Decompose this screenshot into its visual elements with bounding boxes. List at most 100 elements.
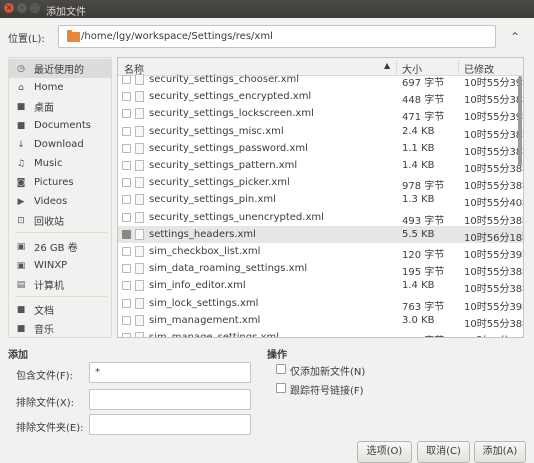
file-size: 763 字节 <box>402 301 445 313</box>
sidebar-item-winxp[interactable]: ▣ WINXP <box>9 256 111 275</box>
sidebar-item-videos[interactable]: ▶ Videos <box>9 192 111 211</box>
download-icon: ↓ <box>17 139 25 150</box>
file-modified: 10时55分38秒 <box>464 95 523 107</box>
sidebar-item-label: Download <box>34 139 84 150</box>
sidebar-item-home[interactable]: ⌂ Home <box>9 78 111 97</box>
exclude-folders-input[interactable] <box>89 414 251 435</box>
sidebar-item-bookmark-music[interactable]: ■ 音乐 <box>9 319 111 337</box>
sidebar-item-bookmark-docs[interactable]: ■ 文档 <box>9 300 111 319</box>
cancel-button[interactable]: 取消(C) <box>417 441 470 463</box>
table-row[interactable]: security_settings_lockscreen.xml 471 字节 10… <box>118 105 523 124</box>
sidebar-item-label: 计算机 <box>34 281 64 292</box>
minimize-window-button[interactable]: – <box>17 3 27 13</box>
row-checkbox[interactable] <box>122 315 131 325</box>
row-checkbox[interactable] <box>122 229 131 239</box>
file-icon <box>135 314 144 326</box>
row-checkbox[interactable] <box>122 178 131 188</box>
row-checkbox[interactable] <box>122 281 131 291</box>
row-checkbox[interactable] <box>122 126 131 136</box>
row-checkbox[interactable] <box>122 92 131 102</box>
row-checkbox[interactable] <box>122 212 131 222</box>
follow-symlinks-label: 跟踪符号链接(F) <box>290 386 364 397</box>
file-modified: 10时55分38秒 <box>464 181 523 193</box>
follow-symlinks-checkbox[interactable] <box>276 383 286 393</box>
table-row[interactable]: sim_lock_settings.xml 763 字节 10时55分39秒 <box>118 295 523 313</box>
computer-icon: ▤ <box>16 279 26 290</box>
chevron-up-icon[interactable]: ⌃ <box>505 27 525 47</box>
table-row[interactable]: sim_checkbox_list.xml 120 字节 10时55分39秒 <box>118 243 523 261</box>
only-new-files-checkbox[interactable] <box>276 364 286 374</box>
maximize-window-button[interactable]: □ <box>30 3 40 13</box>
row-checkbox[interactable] <box>122 75 131 84</box>
file-icon <box>135 263 144 275</box>
trash-icon: ⊡ <box>17 215 25 226</box>
file-size: 471 字节 <box>402 112 445 124</box>
table-row[interactable]: sim_info_editor.xml 1.4 KB 10时55分38秒 <box>118 277 523 295</box>
file-size: 1.1 KB <box>402 142 435 154</box>
drive-icon: ▣ <box>16 260 26 271</box>
sidebar-item-documents[interactable]: ■ Documents <box>9 116 111 135</box>
file-icon <box>135 228 144 240</box>
sidebar-item-trash[interactable]: ⊡ 回收站 <box>9 211 111 230</box>
row-checkbox[interactable] <box>122 143 131 153</box>
file-modified: 10时55分38秒 <box>464 164 523 175</box>
file-name: security_settings_encrypted.xml <box>149 91 312 103</box>
row-checkbox[interactable] <box>122 264 131 274</box>
sidebar-item-recent[interactable]: ◷ 最近使用的 <box>9 59 111 78</box>
window-controls: × – □ <box>4 3 40 13</box>
include-files-input[interactable]: * <box>89 362 251 383</box>
file-modified: 10时56分18秒 <box>464 232 523 244</box>
sidebar-item-computer[interactable]: ▤ 计算机 <box>9 275 111 294</box>
sidebar-item-volume[interactable]: ▣ 26 GB 卷 <box>9 237 111 256</box>
sidebar-item-music[interactable]: ♫ Music <box>9 154 111 173</box>
file-name: sim_management.xml <box>149 314 261 326</box>
exclude-files-input[interactable] <box>89 389 251 410</box>
row-checkbox[interactable] <box>122 109 131 119</box>
sidebar-item-download[interactable]: ↓ Download <box>9 135 111 154</box>
sidebar-item-desktop[interactable]: ■ 桌面 <box>9 97 111 116</box>
table-row[interactable]: security_settings_picker.xml 978 字节 10时55分… <box>118 174 523 193</box>
sidebar-item-label: Videos <box>34 196 68 207</box>
scrollbar[interactable] <box>518 76 522 166</box>
file-name: sim_lock_settings.xml <box>149 297 259 309</box>
file-size: 120 字节 <box>402 250 445 261</box>
table-row[interactable]: sim_management.xml 3.0 KB 10时55分38秒 <box>118 312 523 330</box>
file-size: 1.3 KB <box>402 194 435 206</box>
exclude-folders-label: 排除文件夹(E): <box>16 423 84 434</box>
close-window-button[interactable]: × <box>4 3 14 13</box>
table-row[interactable]: sim_manage_settings.xml 700 字节 10时55分38秒 <box>118 329 523 337</box>
file-name: security_settings_pin.xml <box>149 194 276 206</box>
file-name: security_settings_chooser.xml <box>149 74 300 85</box>
file-modified: 10时55分38秒 <box>464 215 523 227</box>
title-bar: × – □ 添加文件 <box>0 0 534 18</box>
table-row[interactable]: settings_headers.xml 5.5 KB 10时56分18秒 <box>118 225 523 244</box>
folder-icon: ■ <box>16 323 26 334</box>
row-checkbox[interactable] <box>122 161 131 170</box>
row-checkbox[interactable] <box>122 247 131 256</box>
table-row[interactable]: sim_data_roaming_settings.xml 195 字节 10时55… <box>118 260 523 278</box>
row-checkbox[interactable] <box>122 298 131 308</box>
sidebar-item-label: WINXP <box>34 260 68 271</box>
table-row[interactable]: security_settings_misc.xml 2.4 KB 10时55分38… <box>118 123 523 141</box>
table-row[interactable]: security_settings_pin.xml 1.3 KB 10时55分40秒 <box>118 191 523 209</box>
sidebar-item-label: 文档 <box>34 306 54 317</box>
table-row[interactable]: security_settings_encrypted.xml 448 字节 10时… <box>118 88 523 107</box>
row-checkbox[interactable] <box>122 333 131 337</box>
camera-icon: ◙ <box>16 177 26 188</box>
table-row[interactable]: security_settings_unencrypted.xml 493 字节 1… <box>118 209 523 227</box>
table-row[interactable]: security_settings_password.xml 1.1 KB 10时5… <box>118 140 523 158</box>
file-size: 3.0 KB <box>402 314 435 326</box>
window-title: 添加文件 <box>46 7 86 18</box>
row-checkbox[interactable] <box>122 195 131 205</box>
table-row[interactable]: security_settings_pattern.xml 1.4 KB 10时55… <box>118 157 523 175</box>
options-button[interactable]: 选项(O) <box>357 441 412 463</box>
add-button[interactable]: 添加(A) <box>474 441 526 463</box>
file-modified: 10时55分39秒 <box>464 301 523 313</box>
location-path-button[interactable]: /home/lgy/workspace/Settings/res/xml <box>58 25 496 48</box>
file-name: security_settings_lockscreen.xml <box>149 108 314 120</box>
file-modified: 10时55分38秒 <box>464 146 523 158</box>
table-row[interactable]: security_settings_chooser.xml 697 字节 10时55… <box>118 71 523 89</box>
sidebar-item-pictures[interactable]: ◙ Pictures <box>9 173 111 192</box>
file-icon <box>135 74 144 85</box>
folder-icon: ■ <box>16 304 26 315</box>
